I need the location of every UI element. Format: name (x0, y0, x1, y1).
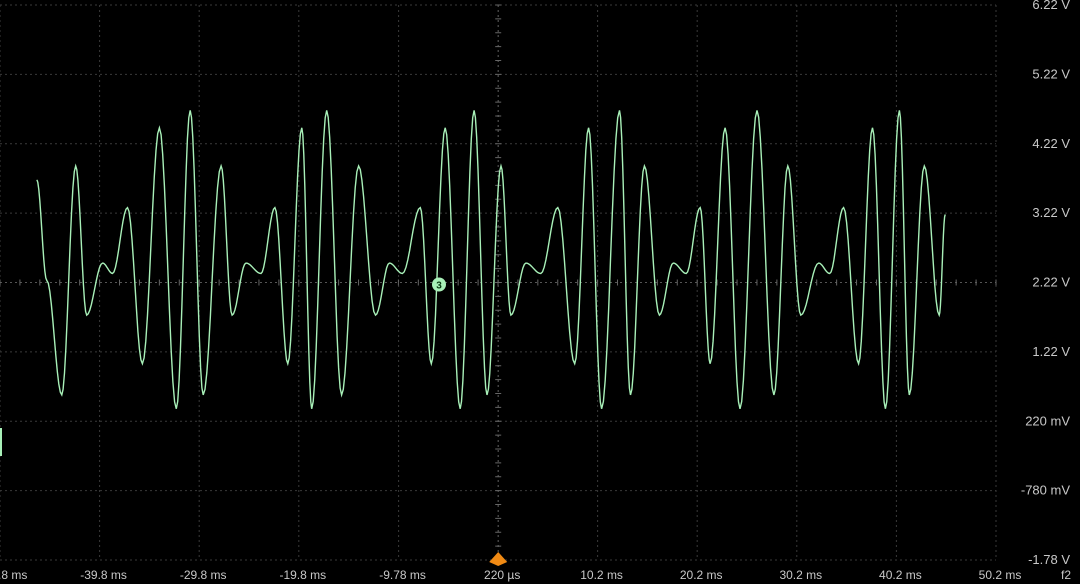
y-tick-label: 2.22 V (1032, 275, 1070, 290)
y-tick-label: 220 mV (1025, 413, 1070, 428)
y-tick-label: -780 mV (1021, 483, 1070, 498)
x-tick-label: -19.8 ms (279, 568, 326, 582)
plot-background (0, 0, 1080, 584)
x-tick-label: 40.2 ms (879, 568, 922, 582)
x-tick-label: 30.2 ms (779, 568, 822, 582)
x-tick-label: 10.2 ms (580, 568, 623, 582)
y-tick-label: 1.22 V (1032, 344, 1070, 359)
x-tick-label: 50.2 ms (979, 568, 1022, 582)
oscilloscope-display: 6.22 V 5.22 V 4.22 V 3.22 V 2.22 V 1.22 V 220 … (0, 0, 1080, 584)
channel-marker-label: 3 (436, 281, 442, 292)
y-tick-label: 6.22 V (1032, 0, 1070, 12)
x-tick-label: -29.8 ms (180, 568, 227, 582)
corner-label: f2 (1061, 568, 1071, 582)
y-tick-label: 5.22 V (1032, 66, 1070, 81)
x-tick-label: 20.2 ms (680, 568, 723, 582)
x-tick-label: -49.8 ms (0, 568, 27, 582)
y-tick-label: -1.78 V (1028, 552, 1070, 567)
y-tick-label: 3.22 V (1032, 205, 1070, 220)
x-tick-label: -9.78 ms (379, 568, 426, 582)
x-tick-label: 220 µs (484, 568, 520, 582)
left-edge-indicator (0, 428, 2, 456)
x-tick-label: -39.8 ms (80, 568, 127, 582)
y-tick-label: 4.22 V (1032, 136, 1070, 151)
